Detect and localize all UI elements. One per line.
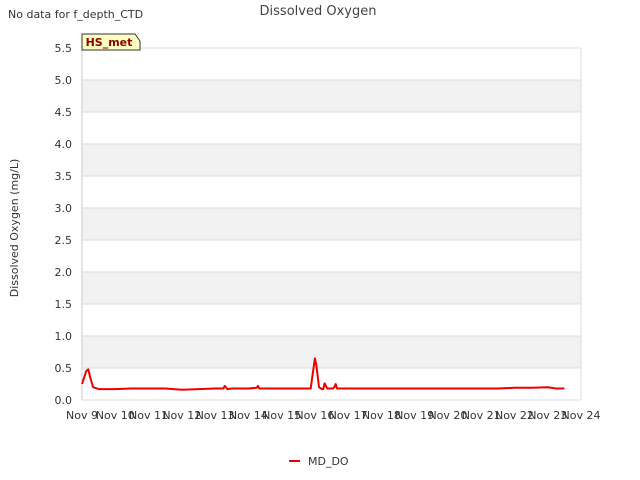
y-axis-label: Dissolved Oxygen (mg/L) <box>8 159 21 298</box>
y-tick-label: 3.5 <box>55 170 73 183</box>
y-tick-label: 2.0 <box>55 266 73 279</box>
y-tick-label: 1.5 <box>55 298 73 311</box>
x-tick-label: Nov 9 <box>66 409 98 422</box>
x-tick-labels: Nov 9Nov 10Nov 11Nov 12Nov 13Nov 14Nov 1… <box>66 409 600 422</box>
band-9 <box>82 80 581 112</box>
band-3 <box>82 272 581 304</box>
legend-label: MD_DO <box>308 455 349 468</box>
y-tick-label: 4.0 <box>55 138 73 151</box>
y-tick-label: 3.0 <box>55 202 73 215</box>
y-tick-label: 5.0 <box>55 74 73 87</box>
x-tick-label: Nov 24 <box>562 409 601 422</box>
badge-label: HS_met <box>86 36 133 49</box>
y-tick-label: 5.5 <box>55 42 73 55</box>
legend: MD_DO <box>289 455 349 468</box>
station-badge: HS_met <box>81 33 141 51</box>
y-tick-label: 0.0 <box>55 394 73 407</box>
chart-title: Dissolved Oxygen <box>260 4 377 19</box>
y-tick-label: 4.5 <box>55 106 73 119</box>
no-data-note: No data for f_depth_CTD <box>8 8 143 21</box>
band-7 <box>82 144 581 176</box>
y-tick-label: 2.5 <box>55 234 73 247</box>
band-5 <box>82 208 581 240</box>
y-tick-label: 1.0 <box>55 330 73 343</box>
plot-bands <box>82 80 581 368</box>
chart-svg: 0.0 0.5 1.0 1.5 2.0 2.5 3.0 3.5 4.0 4.5 5.0 5.5 Nov… <box>8 4 600 468</box>
y-tick-labels: 0.0 0.5 1.0 1.5 2.0 2.5 3.0 3.5 4.0 4.5 5.0 5.5 <box>55 42 73 407</box>
y-tick-label: 0.5 <box>55 362 73 375</box>
band-1 <box>82 336 581 368</box>
